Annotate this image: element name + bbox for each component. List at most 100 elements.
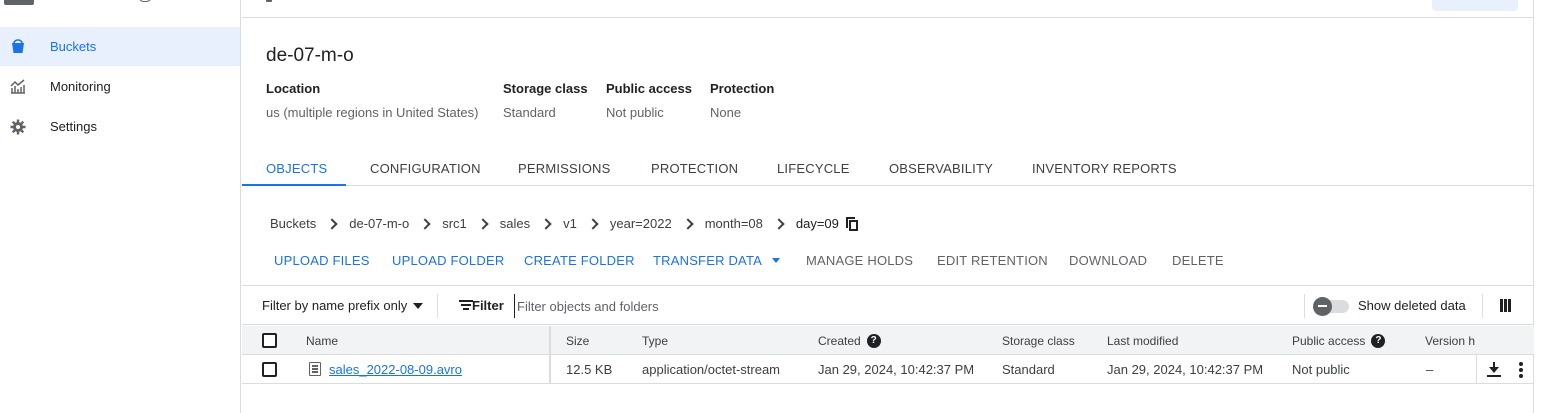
upload-folder-button[interactable]: UPLOAD FOLDER: [392, 253, 504, 268]
meta-storage-class: Storage class Standard: [503, 81, 588, 120]
bucket-details-panel: de-07-m-o Location us (multiple regions …: [242, 0, 1534, 413]
upload-files-button[interactable]: UPLOAD FILES: [274, 253, 370, 268]
column-header-version-history[interactable]: Version h: [1425, 334, 1475, 348]
more-vert-icon[interactable]: [1519, 362, 1523, 378]
select-all-checkbox[interactable]: [262, 333, 277, 348]
breadcrumb-link[interactable]: sales: [500, 216, 530, 231]
sidebar-item-label: Settings: [50, 119, 97, 134]
chevron-right-icon: [540, 217, 554, 231]
page-title: de-07-m-o: [266, 45, 354, 66]
tab-inventory-reports[interactable]: INVENTORY REPORTS: [1032, 161, 1177, 176]
filter-objects-input[interactable]: [514, 294, 1034, 318]
copy-path-icon[interactable]: [845, 216, 859, 231]
chevron-right-icon: [326, 217, 340, 231]
sidebar-header: [0, 0, 241, 8]
sidebar-item-buckets[interactable]: Buckets: [0, 27, 240, 66]
show-deleted-toggle[interactable]: [1313, 297, 1350, 316]
download-button[interactable]: DOWNLOAD: [1069, 253, 1147, 268]
bucket-icon: [12, 39, 24, 53]
divider: [1482, 294, 1483, 318]
meta-label: Public access: [606, 81, 692, 96]
delete-button[interactable]: DELETE: [1172, 253, 1224, 268]
column-header-public-access[interactable]: Public access?: [1292, 333, 1386, 349]
column-header-last-modified[interactable]: Last modified: [1107, 334, 1178, 348]
created-header-label: Created: [818, 334, 861, 348]
toggle-knob: [1313, 297, 1332, 316]
tab-bar: OBJECTS CONFIGURATION PERMISSIONS PROTEC…: [242, 153, 1534, 186]
meta-label: Protection: [710, 81, 775, 96]
tab-permissions[interactable]: PERMISSIONS: [518, 161, 611, 176]
breadcrumb-link[interactable]: Buckets: [270, 216, 316, 231]
objects-table-header: Name Size Type Created? Storage class La…: [242, 326, 1534, 355]
sidebar-item-label: Buckets: [50, 39, 97, 54]
active-tab-indicator: [242, 184, 346, 186]
breadcrumb: Buckets de-07-m-o src1 sales v1 year=202…: [270, 216, 859, 231]
table-row[interactable]: sales_2022-08-09.avro 12.5 KB applicatio…: [242, 355, 1534, 384]
top-bar: [242, 0, 1534, 18]
caret-down-icon: [772, 258, 781, 264]
object-created: Jan 29, 2024, 10:42:37 PM: [818, 362, 975, 377]
filter-prefix-dropdown[interactable]: Filter by name prefix only: [262, 298, 424, 313]
breadcrumb-link[interactable]: year=2022: [610, 216, 672, 231]
breadcrumb-link[interactable]: src1: [442, 216, 467, 231]
sidebar-item-monitoring[interactable]: Monitoring: [0, 67, 240, 106]
tab-configuration[interactable]: CONFIGURATION: [370, 161, 481, 176]
tab-protection[interactable]: PROTECTION: [651, 161, 738, 176]
object-name-link[interactable]: sales_2022-08-09.avro: [329, 362, 462, 377]
object-last-modified: Jan 29, 2024, 10:42:37 PM: [1107, 362, 1264, 377]
object-version-history: –: [1426, 362, 1434, 377]
divider: [437, 294, 438, 318]
manage-holds-button[interactable]: MANAGE HOLDS: [806, 253, 913, 268]
sidebar-item-label: Monitoring: [50, 79, 111, 94]
divider: [1476, 355, 1477, 384]
back-arrow-icon[interactable]: [266, 0, 272, 2]
breadcrumb-link[interactable]: v1: [563, 216, 577, 231]
transfer-data-label: TRANSFER DATA: [653, 253, 763, 268]
header-action-button[interactable]: [1432, 0, 1518, 11]
tab-objects[interactable]: OBJECTS: [266, 161, 327, 176]
meta-value: us (multiple regions in United States): [266, 105, 479, 120]
object-type: application/octet-stream: [642, 362, 781, 377]
chevron-right-icon: [477, 217, 491, 231]
meta-value: Not public: [606, 105, 664, 120]
meta-location: Location us (multiple regions in United …: [266, 81, 478, 120]
row-checkbox[interactable]: [262, 362, 277, 377]
chevron-right-icon: [773, 217, 787, 231]
tab-observability[interactable]: OBSERVABILITY: [889, 161, 993, 176]
column-display-icon[interactable]: [1500, 299, 1513, 312]
meta-value: None: [710, 105, 742, 120]
filter-label: Filter: [472, 298, 504, 313]
left-nav-sidebar: Buckets Monitoring Settings: [0, 0, 241, 413]
column-header-type[interactable]: Type: [642, 334, 668, 348]
tab-lifecycle[interactable]: LIFECYCLE: [777, 161, 850, 176]
transfer-data-button[interactable]: TRANSFER DATA: [653, 253, 781, 268]
breadcrumb-link[interactable]: de-07-m-o: [349, 216, 409, 231]
meta-public-access: Public access Not public: [606, 81, 692, 120]
column-header-name[interactable]: Name: [306, 334, 338, 348]
meta-label: Storage class: [503, 81, 588, 96]
object-storage-class: Standard: [1002, 362, 1055, 377]
meta-protection: Protection None: [710, 81, 774, 120]
column-header-storage-class[interactable]: Storage class: [1002, 334, 1075, 348]
column-header-created[interactable]: Created?: [818, 333, 881, 349]
column-resize-divider[interactable]: [549, 326, 551, 384]
meta-value: Standard: [503, 105, 556, 120]
show-deleted-label: Show deleted data: [1358, 298, 1466, 313]
chevron-right-icon: [419, 217, 433, 231]
column-header-size[interactable]: Size: [566, 334, 589, 348]
filter-list-icon: [459, 300, 473, 310]
edit-retention-button[interactable]: EDIT RETENTION: [937, 253, 1048, 268]
help-icon[interactable]: ?: [866, 333, 881, 348]
help-icon[interactable]: ?: [1371, 333, 1386, 348]
public-access-header-label: Public access: [1292, 334, 1366, 348]
gear-icon: [10, 119, 26, 135]
meta-label: Location: [266, 81, 321, 96]
sidebar-item-settings[interactable]: Settings: [0, 107, 240, 146]
download-icon[interactable]: [1487, 362, 1501, 377]
divider: [1304, 294, 1305, 318]
breadcrumb-link[interactable]: month=08: [705, 216, 763, 231]
product-logo-icon: [4, 0, 34, 5]
filter-bar: Filter by name prefix only Filter Show d…: [242, 285, 1534, 325]
create-folder-button[interactable]: CREATE FOLDER: [524, 253, 635, 268]
chevron-right-icon: [587, 217, 601, 231]
